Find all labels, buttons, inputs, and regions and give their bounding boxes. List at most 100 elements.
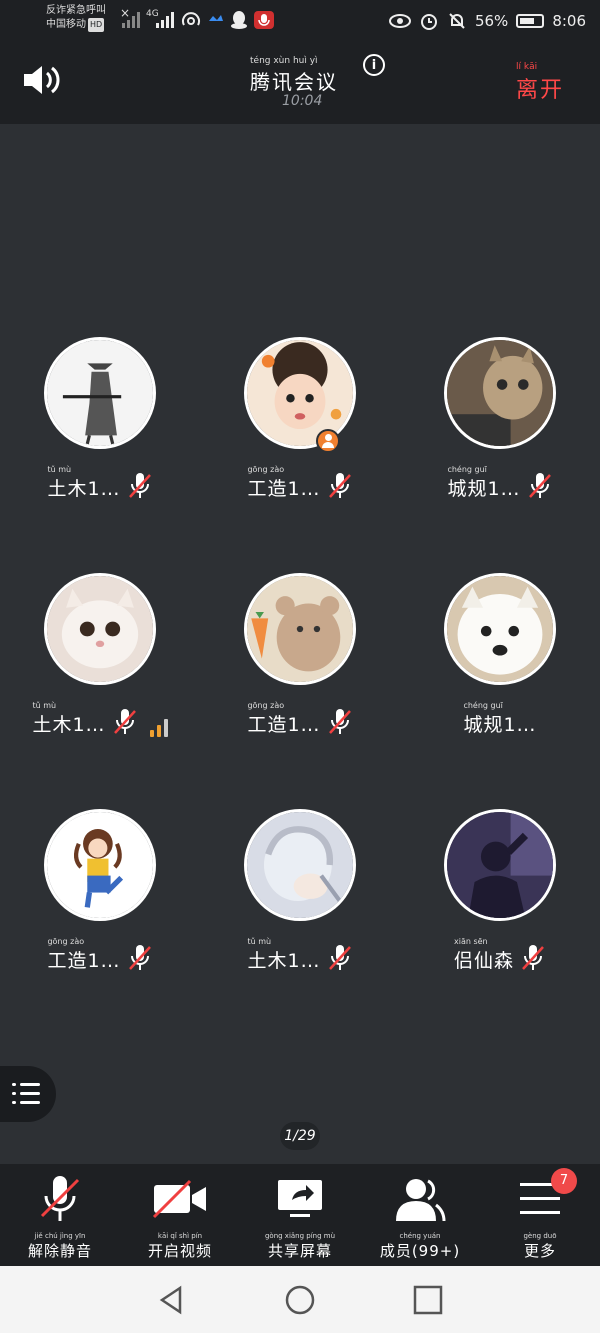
video-off-icon xyxy=(152,1179,206,1219)
meeting-title: téng xùn huì yì 腾讯会议 xyxy=(250,56,338,95)
recents-icon[interactable] xyxy=(412,1284,444,1316)
avatar xyxy=(244,809,356,921)
info-icon[interactable]: i xyxy=(363,54,385,76)
alarm-icon xyxy=(420,14,437,30)
start-video-button[interactable]: kāi qǐ shì pín 开启视频 xyxy=(120,1164,240,1266)
mic-muted-icon xyxy=(522,945,544,970)
home-icon[interactable] xyxy=(284,1284,316,1316)
members-pinyin: chéng yuán xyxy=(399,1232,441,1240)
clock: 8:06 xyxy=(552,12,586,30)
avatar xyxy=(444,809,556,921)
signal-icon xyxy=(122,12,140,28)
more-label: 更多 xyxy=(523,1242,556,1260)
leave-label: 离开 xyxy=(516,78,565,103)
participant-tile[interactable]: chéng guī 城规1… xyxy=(410,337,590,507)
share-screen-button[interactable]: gòng xiǎng píng mù 共享屏幕 xyxy=(240,1164,360,1266)
meeting-header: téng xùn huì yì 腾讯会议 i 10:04 lí kāi 离开 xyxy=(0,40,600,124)
avatar xyxy=(244,573,356,685)
name-pinyin: gōng zào xyxy=(247,701,285,710)
back-icon[interactable] xyxy=(156,1284,188,1316)
carrier-line1: 反诈紧急呼叫 xyxy=(46,5,106,16)
participant-tile[interactable]: gōng zào 工造1… xyxy=(210,337,390,507)
name-pinyin: gōng zào xyxy=(47,937,85,946)
title-text: 腾讯会议 xyxy=(250,70,338,94)
leave-pinyin: lí kāi xyxy=(516,62,538,72)
system-nav-bar xyxy=(0,1266,600,1333)
unmute-label: 解除静音 xyxy=(27,1242,92,1260)
participant-tile[interactable]: xiān sēn 侣仙森 xyxy=(410,809,590,979)
hotspot-icon xyxy=(182,12,200,26)
participant-tile[interactable]: chéng guī 城规1… xyxy=(410,573,590,743)
name-pinyin: tǔ mù xyxy=(32,701,57,710)
participant-tile[interactable]: tǔ mù 土木1… xyxy=(210,809,390,979)
bottom-toolbar: jiě chú jìng yīn 解除静音 kāi qǐ shì pín 开启视频 … xyxy=(0,1164,600,1266)
mic-muted-icon xyxy=(40,1176,80,1221)
battery-icon xyxy=(516,14,545,28)
mic-muted-icon xyxy=(528,473,551,498)
participant-name: 城规1… xyxy=(463,714,537,736)
name-pinyin: tǔ mù xyxy=(47,465,72,474)
members-icon xyxy=(396,1179,446,1222)
members-label: 成员(99+) xyxy=(379,1242,461,1260)
participant-tile[interactable]: gōng zào 工造1… xyxy=(210,573,390,743)
avatar xyxy=(444,573,556,685)
more-pinyin: gèng duō xyxy=(523,1232,557,1240)
status-right: 56% 8:06 xyxy=(388,10,586,32)
share-pinyin: gòng xiǎng píng mù xyxy=(264,1232,336,1240)
host-icon xyxy=(316,429,340,453)
participant-name: 工造1… xyxy=(247,714,321,736)
qq-icon xyxy=(231,11,247,29)
list-menu-button[interactable] xyxy=(0,1066,56,1122)
recorder-icon xyxy=(254,11,274,29)
video-pinyin: kāi qǐ shì pín xyxy=(157,1232,203,1240)
participant-name: 土木1… xyxy=(247,950,321,972)
name-pinyin: chéng guī xyxy=(447,465,487,474)
mic-muted-icon xyxy=(128,945,151,970)
name-pinyin: xiān sēn xyxy=(453,937,488,946)
more-button[interactable]: gèng duō 更多 xyxy=(480,1164,600,1266)
name-pinyin: tǔ mù xyxy=(247,937,272,946)
title-pinyin: téng xùn huì yì xyxy=(250,56,318,66)
mic-muted-icon xyxy=(328,945,351,970)
avatar xyxy=(44,573,156,685)
notification-badge: 7 xyxy=(551,1168,577,1194)
participant-tile[interactable]: tǔ mù 土木1… xyxy=(10,573,190,743)
carrier-info: 反诈紧急呼叫 中国移动 HD × xyxy=(46,4,130,32)
participant-name: 工造1… xyxy=(47,950,121,972)
name-pinyin: chéng guī xyxy=(463,701,503,710)
mute-bell-icon xyxy=(449,13,465,29)
mic-muted-icon xyxy=(328,473,351,498)
avatar xyxy=(244,337,356,449)
page-indicator: 1/29 xyxy=(280,1122,320,1150)
members-button[interactable]: chéng yuán 成员(99+) xyxy=(360,1164,480,1266)
hd-badge: HD xyxy=(88,18,105,32)
leave-button[interactable]: lí kāi 离开 xyxy=(516,62,564,104)
avatar xyxy=(44,337,156,449)
carrier-line2: 中国移动 xyxy=(46,19,86,30)
video-label: 开启视频 xyxy=(147,1242,212,1260)
meeting-duration: 10:04 xyxy=(282,93,323,109)
speaker-icon[interactable] xyxy=(22,64,62,96)
share-label: 共享屏幕 xyxy=(267,1242,332,1260)
avatar xyxy=(44,809,156,921)
unmute-pinyin: jiě chú jìng yīn xyxy=(34,1232,86,1240)
mic-muted-icon xyxy=(113,709,136,734)
participant-name: 土木1… xyxy=(32,714,106,736)
meeting-app-icon xyxy=(209,15,223,21)
participant-tile[interactable]: tǔ mù 土木1… xyxy=(10,337,190,507)
volume-level-icon xyxy=(149,717,168,737)
avatar xyxy=(444,337,556,449)
signal-strength-icon xyxy=(156,12,174,28)
participant-name: 侣仙森 xyxy=(453,950,514,972)
participant-name: 工造1… xyxy=(247,478,321,500)
participant-name: 土木1… xyxy=(47,478,121,500)
status-bar: 反诈紧急呼叫 中国移动 HD × 4G 56% 8:06 xyxy=(0,0,600,40)
mic-muted-icon xyxy=(328,709,351,734)
share-screen-icon xyxy=(278,1180,322,1217)
name-pinyin: gōng zào xyxy=(247,465,285,474)
battery-percent: 56% xyxy=(474,12,509,30)
participant-name: 城规1… xyxy=(447,478,521,500)
eye-icon xyxy=(388,14,411,28)
unmute-button[interactable]: jiě chú jìng yīn 解除静音 xyxy=(0,1164,120,1266)
participant-tile[interactable]: gōng zào 工造1… xyxy=(10,809,190,979)
